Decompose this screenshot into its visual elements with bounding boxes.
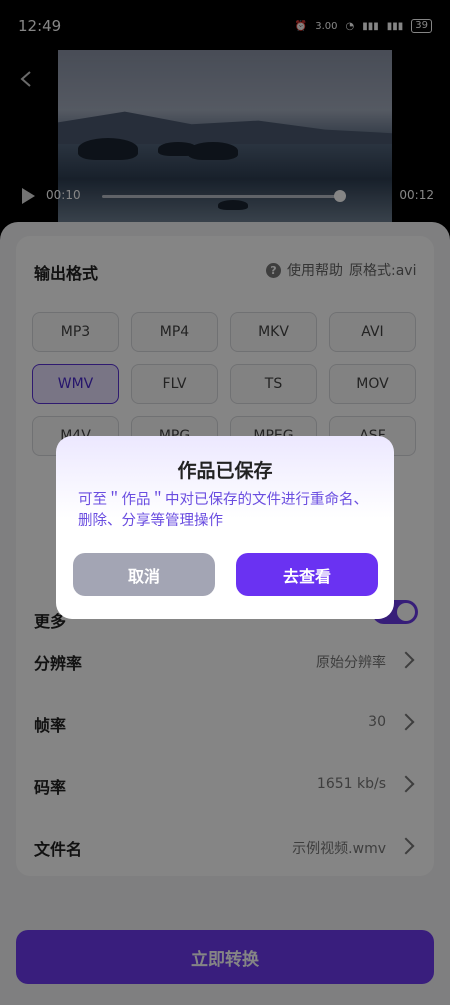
cancel-button[interactable]: 取消 <box>73 553 215 596</box>
dialog-message: 可至＂作品＂中对已保存的文件进行重命名、删除、分享等管理操作 <box>78 492 368 529</box>
view-button[interactable]: 去查看 <box>236 553 378 596</box>
dialog-title: 作品已保存 <box>177 460 273 482</box>
saved-dialog: 作品已保存 可至＂作品＂中对已保存的文件进行重命名、删除、分享等管理操作 取消 … <box>56 436 394 619</box>
